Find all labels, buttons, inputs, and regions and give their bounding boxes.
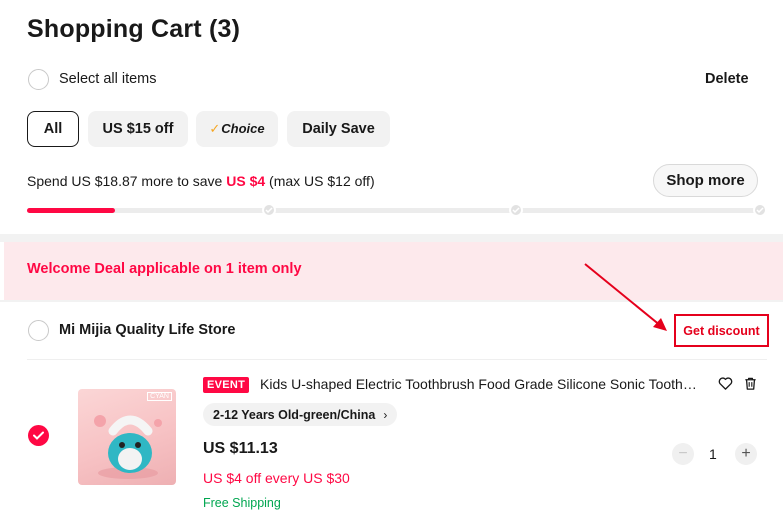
get-discount-button[interactable]: Get discount <box>674 314 769 347</box>
product-thumbnail[interactable]: CYAN <box>78 389 176 485</box>
store-name[interactable]: Mi Mijia Quality Life Store <box>59 322 235 338</box>
quantity-decrease-button[interactable]: − <box>672 443 694 465</box>
select-all-label: Select all items <box>59 71 157 87</box>
save-amount: US $4 <box>226 173 266 189</box>
product-price: US $11.13 <box>203 440 278 457</box>
delete-button[interactable]: Delete <box>705 71 749 87</box>
checkmark-icon: ✓ <box>209 121 221 136</box>
variant-label: 2-12 Years Old-green/China <box>213 407 376 422</box>
filter-chip-label: All <box>43 121 63 137</box>
annotation-arrow-icon <box>584 263 667 331</box>
page-title: Shopping Cart (3) <box>27 15 241 43</box>
row-divider <box>27 359 767 360</box>
shipping-text: Free Shipping <box>203 496 281 510</box>
promo-progress-track <box>27 208 764 213</box>
spend-promo-text: Spend US $18.87 more to save US $4 (max … <box>27 173 375 189</box>
item-select-checkbox[interactable] <box>28 425 49 446</box>
spend-suffix: (max US $12 off) <box>265 173 375 189</box>
section-divider <box>0 234 783 242</box>
variant-selector[interactable]: 2-12 Years Old-green/China › <box>203 403 398 426</box>
discount-text: US $4 off every US $30 <box>203 470 350 486</box>
welcome-deal-text: Welcome Deal applicable on 1 item only <box>27 261 302 277</box>
filter-chip-label: Daily Save <box>302 121 375 137</box>
product-title[interactable]: Kids U-shaped Electric Toothbrush Food G… <box>260 376 700 392</box>
chevron-right-icon: › <box>383 407 388 422</box>
filter-chip-choice[interactable]: ✓Choice <box>196 111 278 147</box>
filter-chip-label: US $15 off <box>102 121 174 137</box>
heart-icon[interactable] <box>718 376 733 391</box>
promo-progress-fill <box>27 208 115 213</box>
check-icon <box>33 431 44 440</box>
store-select-checkbox[interactable] <box>28 320 49 341</box>
filter-chip-all[interactable]: All <box>27 111 79 147</box>
select-all-checkbox[interactable] <box>28 69 49 90</box>
shop-more-button[interactable]: Shop more <box>653 164 758 197</box>
filter-chip-15-off[interactable]: US $15 off <box>88 111 188 147</box>
thumbnail-tag: CYAN <box>147 392 172 401</box>
filter-chip-label: Choice <box>221 121 265 136</box>
progress-node-check-icon <box>509 203 523 217</box>
spend-prefix: Spend US $18.87 more to save <box>27 173 227 189</box>
filter-chip-daily-save[interactable]: Daily Save <box>287 111 390 147</box>
toothbrush-illustration-icon <box>94 415 162 479</box>
quantity-increase-button[interactable]: + <box>735 443 757 465</box>
event-badge: EVENT <box>203 377 250 393</box>
progress-node-check-icon <box>753 203 767 217</box>
progress-node-check-icon <box>262 203 276 217</box>
trash-icon[interactable] <box>743 376 758 391</box>
quantity-value: 1 <box>709 446 717 462</box>
